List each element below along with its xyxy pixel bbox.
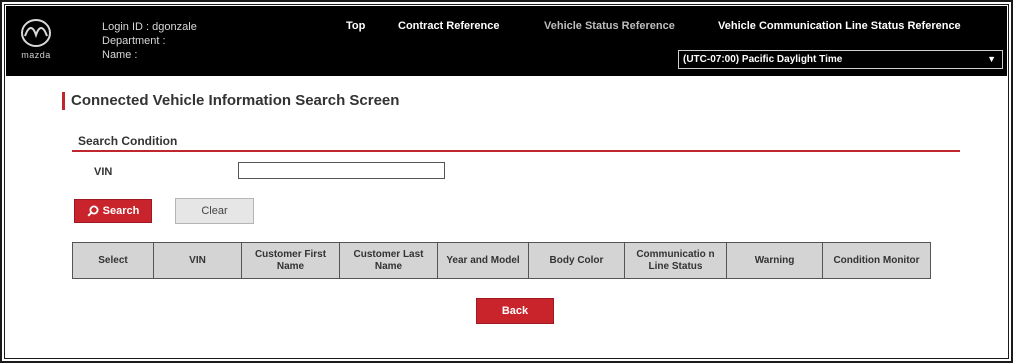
department-label: Department [102, 35, 160, 47]
main-nav: Top Contract Reference Vehicle Status Re… [6, 20, 1007, 36]
vin-label: VIN [94, 166, 113, 178]
col-warning: Warning [726, 242, 823, 279]
col-customer-first-name: Customer First Name [241, 242, 340, 279]
search-condition-heading: Search Condition [78, 134, 178, 148]
name-label: Name [102, 49, 132, 61]
department-row: Department : [102, 35, 166, 47]
page-title: Connected Vehicle Information Search Scr… [71, 92, 400, 109]
logo-wordmark: mazda [21, 50, 51, 60]
clear-button-label: Clear [201, 205, 228, 217]
page-title-block: Connected Vehicle Information Search Scr… [62, 92, 399, 110]
search-button-label: Search [102, 205, 140, 217]
timezone-select[interactable]: (UTC-07:00) Pacific Daylight Time ▼ [678, 50, 1003, 69]
col-select: Select [72, 242, 154, 279]
nav-vehicle-communication-line-status-reference[interactable]: Vehicle Communication Line Status Refere… [718, 20, 961, 32]
col-condition-monitor: Condition Monitor [822, 242, 931, 279]
header-bar: mazda Login ID : dgonzale Department : N… [6, 6, 1007, 76]
search-button[interactable]: Search [74, 199, 152, 223]
timezone-selected-value: (UTC-07:00) Pacific Daylight Time [683, 54, 843, 65]
dropdown-arrow-icon: ▼ [987, 54, 996, 64]
nav-contract-reference[interactable]: Contract Reference [398, 20, 499, 32]
col-communication-line-status: Communicatio n Line Status [624, 242, 727, 279]
col-customer-last-name: Customer Last Name [339, 242, 438, 279]
vin-input[interactable] [238, 162, 445, 179]
search-icon [87, 205, 99, 217]
nav-vehicle-status-reference[interactable]: Vehicle Status Reference [544, 20, 675, 32]
back-button-label: Back [501, 305, 529, 317]
results-header-row: Select VIN Customer First Name Customer … [72, 242, 931, 279]
col-vin: VIN [153, 242, 242, 279]
back-button[interactable]: Back [476, 298, 554, 324]
col-year-and-model: Year and Model [437, 242, 529, 279]
section-divider [72, 150, 960, 152]
name-row: Name : [102, 49, 138, 61]
nav-top[interactable]: Top [346, 20, 365, 32]
results-table: Select VIN Customer First Name Customer … [72, 242, 931, 279]
col-body-color: Body Color [528, 242, 625, 279]
clear-button[interactable]: Clear [175, 198, 254, 224]
